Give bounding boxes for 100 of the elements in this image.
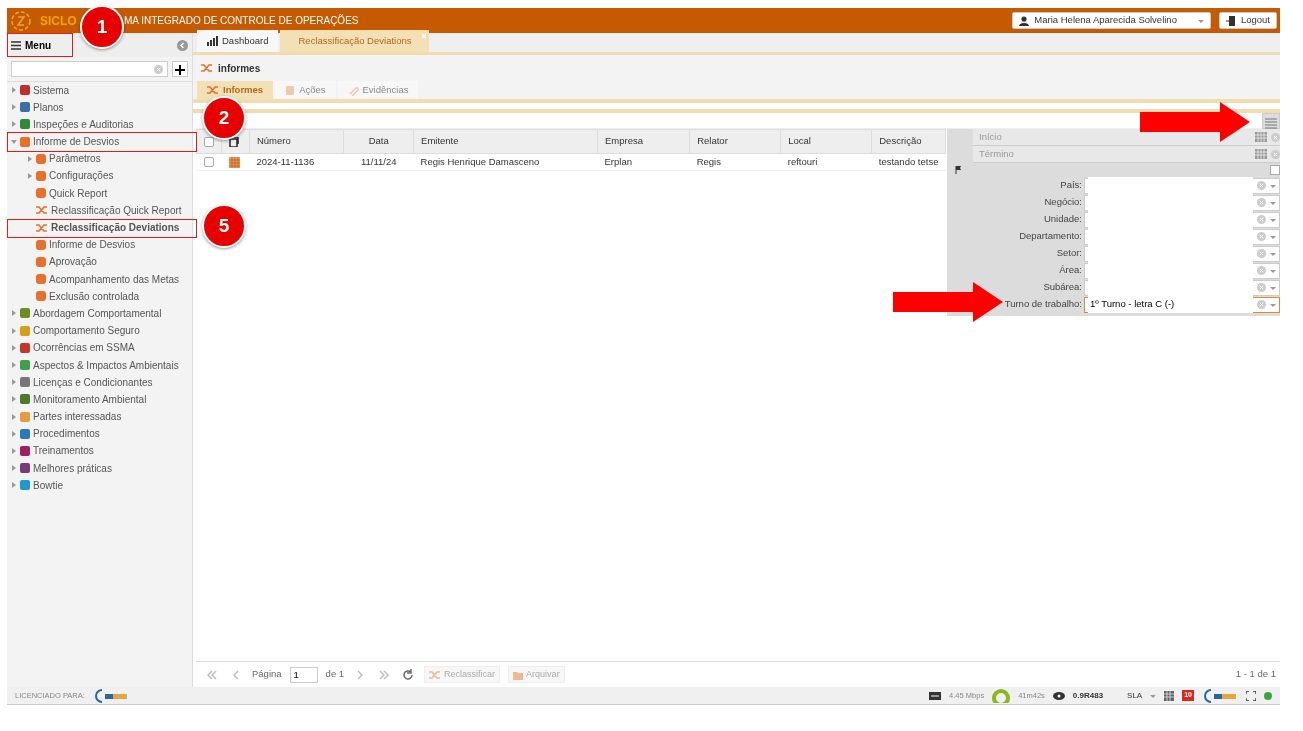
expand-arrow-icon[interactable] bbox=[11, 379, 17, 386]
caret-icon[interactable] bbox=[1270, 199, 1276, 206]
caret-icon[interactable] bbox=[1270, 250, 1276, 257]
header-checkbox[interactable] bbox=[204, 136, 214, 147]
column-header[interactable]: Empresa bbox=[597, 129, 690, 154]
sidebar-item[interactable]: Licenças e Condicionantes bbox=[11, 375, 192, 390]
dropdown-field[interactable]: 1º Turno - letra C (-) bbox=[1084, 296, 1280, 313]
user-menu-button[interactable]: Maria Helena Aparecida Solvelino bbox=[1012, 12, 1211, 29]
expand-arrow-icon[interactable] bbox=[11, 465, 17, 472]
sidebar-item[interactable]: Informe de Desvios bbox=[11, 134, 192, 149]
sidebar-item[interactable]: Parâmetros bbox=[11, 151, 192, 166]
sidebar-item[interactable]: Configurações bbox=[11, 168, 192, 183]
expand-arrow-icon[interactable] bbox=[11, 344, 17, 351]
tile-icon bbox=[20, 463, 30, 474]
field-label: Setor: bbox=[1055, 246, 1082, 261]
tile-icon bbox=[36, 153, 46, 164]
sidebar-item[interactable]: Inspeções e Auditorias bbox=[11, 117, 192, 132]
fullscreen-icon[interactable] bbox=[1246, 690, 1256, 701]
checkbox[interactable] bbox=[1270, 165, 1280, 175]
app-title: MA INTEGRADO DE CONTROLE DE OPERAÇÕES bbox=[124, 13, 359, 28]
column-header[interactable]: Local bbox=[780, 129, 872, 154]
caret-icon[interactable] bbox=[1270, 284, 1276, 291]
column-header[interactable]: Descrição bbox=[871, 129, 946, 154]
sidebar-item[interactable]: Ocorrências em SSMA bbox=[11, 340, 192, 355]
clear-icon[interactable] bbox=[1257, 215, 1266, 224]
caret-icon[interactable] bbox=[1150, 692, 1157, 699]
date-field[interactable]: Início bbox=[973, 129, 1280, 146]
close-icon[interactable] bbox=[421, 33, 428, 39]
collapse-arrow-icon[interactable] bbox=[11, 138, 17, 145]
expand-arrow-icon[interactable] bbox=[11, 121, 17, 128]
logout-button[interactable]: Logout bbox=[1218, 12, 1277, 29]
expand-arrow-icon[interactable] bbox=[11, 430, 17, 437]
sidebar-item[interactable]: Abordagem Comportamental bbox=[11, 306, 192, 321]
clear-icon[interactable] bbox=[1257, 232, 1266, 241]
add-button[interactable] bbox=[172, 61, 188, 77]
sidebar-item[interactable]: Treinamentos bbox=[11, 443, 192, 458]
date-input[interactable]: Término bbox=[977, 145, 1251, 163]
clear-icon[interactable] bbox=[1271, 149, 1280, 159]
sidebar-item[interactable]: Comportamento Seguro bbox=[11, 323, 192, 338]
clear-icon[interactable] bbox=[1257, 198, 1266, 207]
expand-arrow-icon[interactable] bbox=[11, 87, 17, 93]
clear-icon[interactable] bbox=[1257, 249, 1266, 258]
sidebar-item[interactable]: Exclusão controlada bbox=[11, 289, 192, 304]
page-label: Página bbox=[252, 667, 282, 682]
expand-arrow-icon[interactable] bbox=[11, 482, 17, 489]
clear-icon[interactable] bbox=[1257, 283, 1266, 292]
expand-arrow-icon[interactable] bbox=[11, 396, 17, 403]
clear-icon[interactable] bbox=[154, 64, 163, 74]
expand-arrow-icon[interactable] bbox=[11, 104, 17, 111]
clear-icon[interactable] bbox=[1257, 266, 1266, 275]
filter-menu-button[interactable] bbox=[1262, 113, 1280, 129]
expand-arrow-icon[interactable] bbox=[27, 172, 33, 179]
sidebar-item[interactable]: Bowtie bbox=[11, 478, 192, 493]
tile-icon bbox=[20, 480, 30, 491]
caret-icon[interactable] bbox=[1197, 17, 1204, 24]
page-field[interactable]: 1 bbox=[289, 666, 318, 683]
collapse-icon[interactable] bbox=[177, 39, 188, 51]
sidebar-item[interactable]: Partes interessadas bbox=[11, 409, 192, 424]
sidebar-item[interactable]: Reclassificação Quick Report bbox=[11, 203, 192, 218]
search-field[interactable] bbox=[11, 61, 168, 77]
column-header[interactable]: Emitente bbox=[413, 129, 598, 154]
caret-icon[interactable] bbox=[1270, 301, 1276, 308]
expand-arrow-icon[interactable] bbox=[11, 447, 17, 454]
caret-icon[interactable] bbox=[1270, 233, 1276, 240]
clear-icon[interactable] bbox=[1257, 300, 1266, 309]
expand-arrow-icon[interactable] bbox=[11, 310, 17, 317]
expand-arrow-icon[interactable] bbox=[11, 327, 17, 334]
sidebar-item[interactable]: Acompanhamento das Metas bbox=[11, 272, 192, 287]
clear-icon[interactable] bbox=[1257, 181, 1266, 190]
row-checkbox[interactable] bbox=[203, 157, 214, 168]
date-field[interactable]: Término bbox=[973, 146, 1280, 163]
sidebar-item[interactable]: Procedimentos bbox=[11, 426, 192, 441]
caret-icon[interactable] bbox=[1270, 182, 1276, 189]
expand-arrow-icon[interactable] bbox=[11, 362, 17, 368]
caret-icon[interactable] bbox=[1270, 267, 1276, 274]
sidebar-item[interactable]: Sistema bbox=[11, 83, 192, 97]
sidebar-item[interactable]: Melhores práticas bbox=[11, 461, 192, 476]
tab[interactable]: Dashboard bbox=[197, 30, 279, 52]
dropdown-field[interactable] bbox=[1084, 177, 1280, 194]
expand-arrow-icon[interactable] bbox=[11, 413, 17, 420]
sidebar-item[interactable]: Reclassificação Deviations bbox=[11, 220, 192, 235]
table-cell: Regis bbox=[689, 153, 781, 171]
expand-arrow-icon[interactable] bbox=[27, 155, 33, 162]
tab[interactable]: Reclassificação Deviations bbox=[280, 30, 430, 52]
clear-icon[interactable] bbox=[1271, 132, 1280, 142]
caret-icon[interactable] bbox=[1270, 216, 1276, 223]
sidebar-item[interactable]: Informe de Desvios bbox=[11, 237, 192, 252]
sidebar-item[interactable]: Monitoramento Ambiental bbox=[11, 392, 192, 407]
menu-button[interactable]: Menu bbox=[11, 37, 52, 53]
sidebar-item[interactable]: Aspectos & Impactos Ambientais bbox=[11, 358, 192, 372]
company-logo-icon bbox=[92, 688, 129, 703]
column-header[interactable]: Data bbox=[343, 129, 414, 154]
date-input[interactable]: Início bbox=[977, 128, 1251, 146]
column-header[interactable]: Número bbox=[249, 129, 344, 154]
calendar-icon[interactable] bbox=[1255, 132, 1267, 142]
sidebar-item[interactable]: Quick Report bbox=[11, 186, 192, 201]
sidebar-item[interactable]: Planos bbox=[11, 100, 192, 115]
calendar-icon[interactable] bbox=[1255, 149, 1267, 159]
sidebar-item[interactable]: Aprovação bbox=[11, 254, 192, 269]
column-header[interactable]: Relator bbox=[689, 129, 781, 154]
